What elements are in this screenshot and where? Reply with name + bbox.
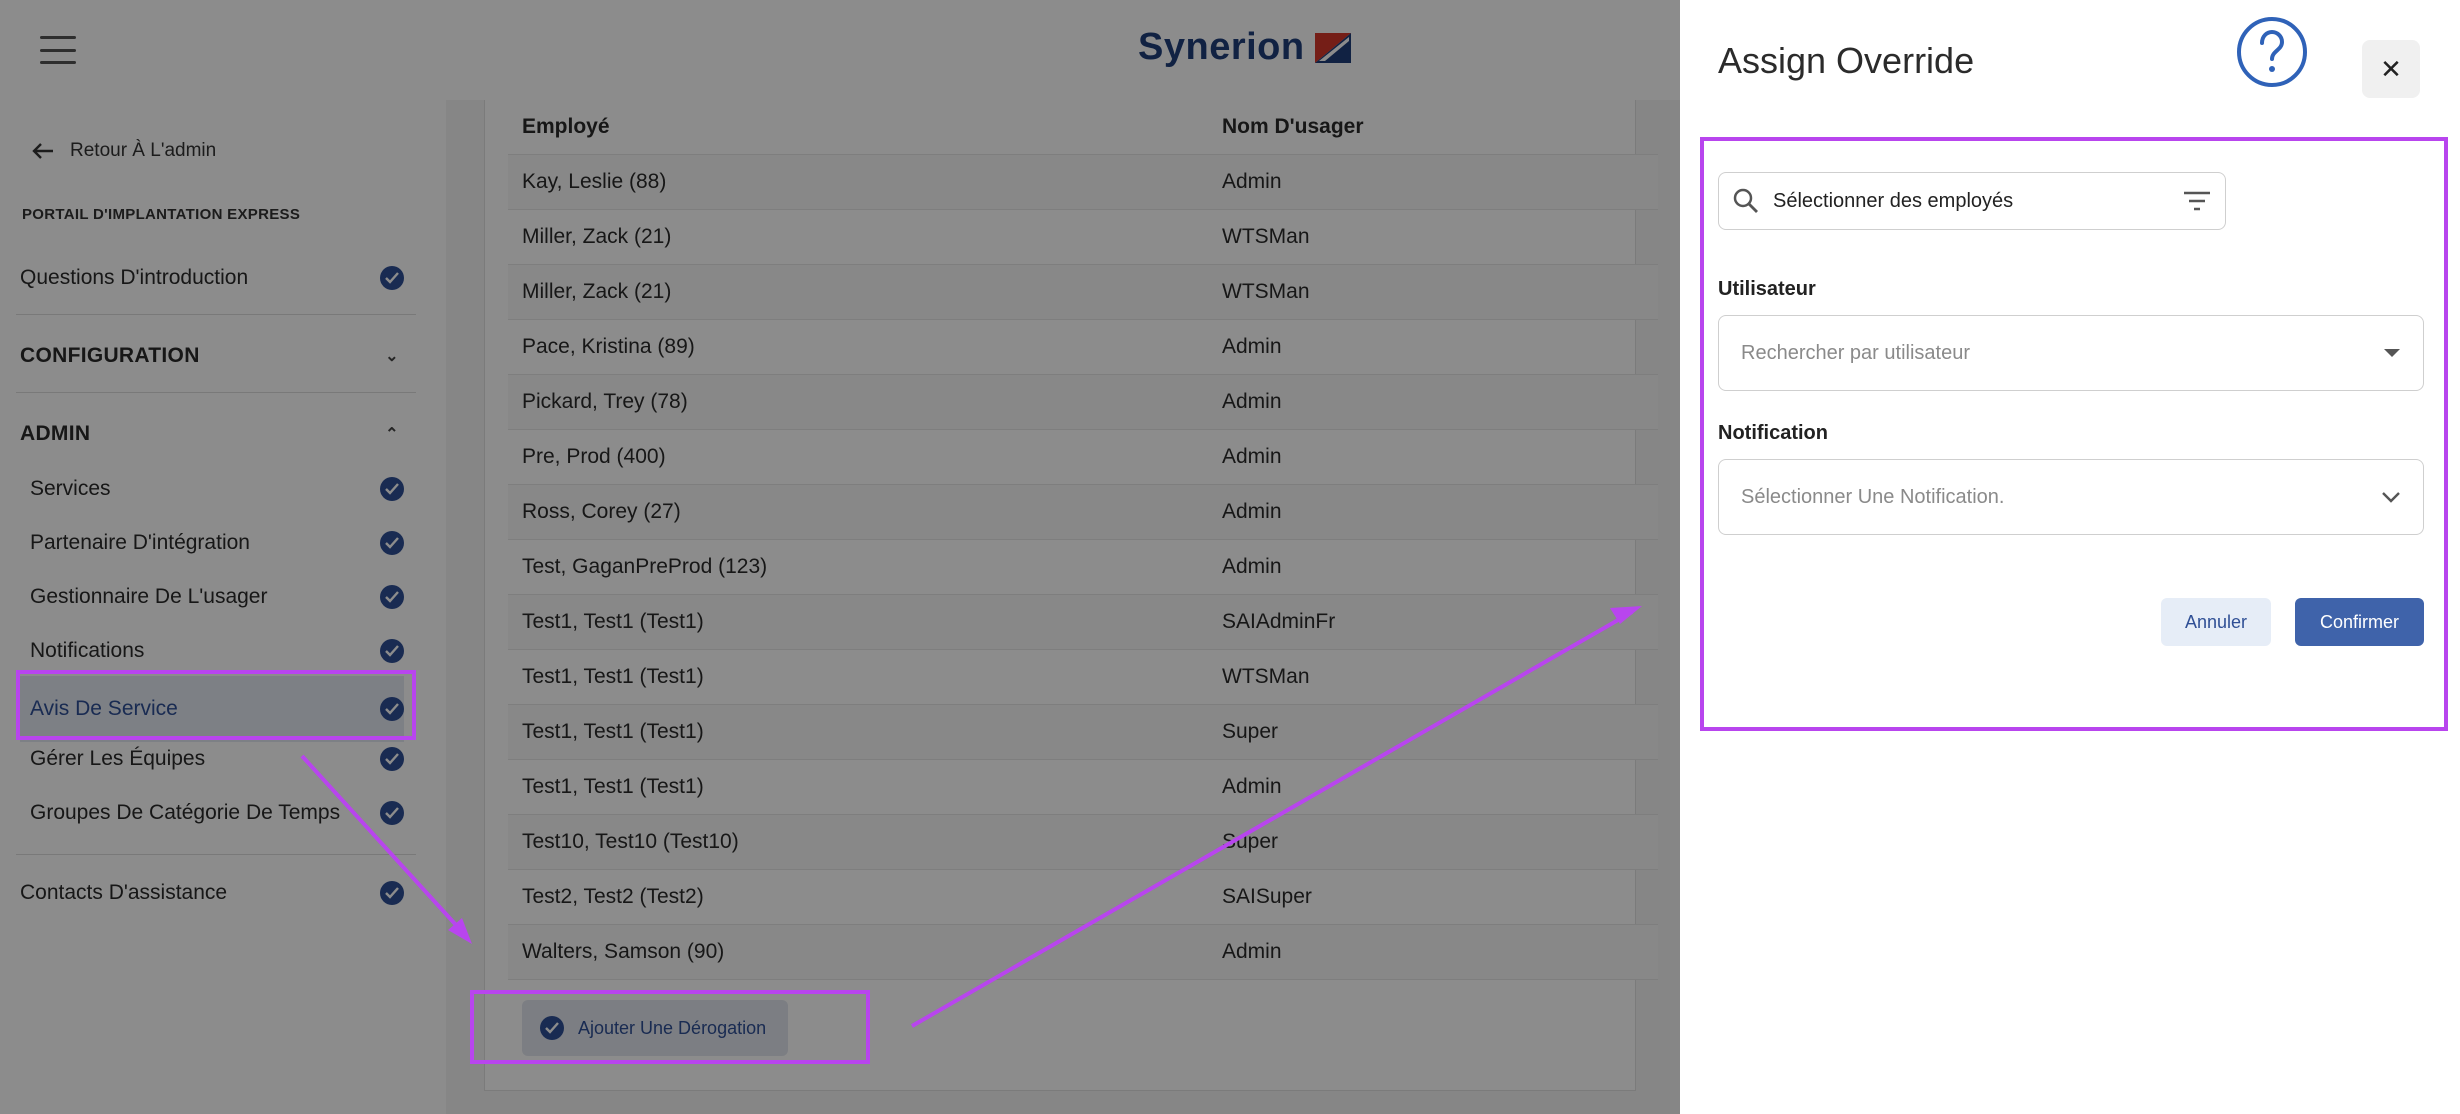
app-root: Synerion Retour À L'admin PORTAIL D'IMPL… (0, 0, 2460, 1114)
notification-select[interactable]: Sélectionner Une Notification. (1718, 459, 2424, 535)
employee-search-input[interactable]: Sélectionner des employés (1718, 172, 2226, 230)
close-button[interactable]: ✕ (2362, 40, 2420, 98)
notification-select-placeholder: Sélectionner Une Notification. (1741, 485, 2005, 508)
chevron-down-icon (2382, 492, 2400, 503)
help-icon[interactable] (2236, 16, 2308, 88)
user-label: Utilisateur (1718, 278, 1816, 300)
user-select[interactable]: Rechercher par utilisateur (1718, 315, 2424, 391)
cancel-button[interactable]: Annuler (2161, 598, 2271, 646)
assign-override-panel: Assign Override ✕ Sélectionner des emplo… (1680, 0, 2460, 1114)
user-select-placeholder: Rechercher par utilisateur (1741, 341, 1970, 364)
filter-icon[interactable] (2183, 190, 2211, 212)
modal-backdrop[interactable] (0, 0, 1680, 1114)
search-placeholder: Sélectionner des employés (1773, 189, 2014, 212)
search-icon (1733, 188, 1758, 213)
caret-down-icon (2384, 349, 2400, 357)
confirm-button[interactable]: Confirmer (2295, 598, 2424, 646)
panel-title: Assign Override (1718, 40, 1975, 81)
notification-label: Notification (1718, 422, 1828, 444)
close-icon: ✕ (2380, 53, 2402, 84)
